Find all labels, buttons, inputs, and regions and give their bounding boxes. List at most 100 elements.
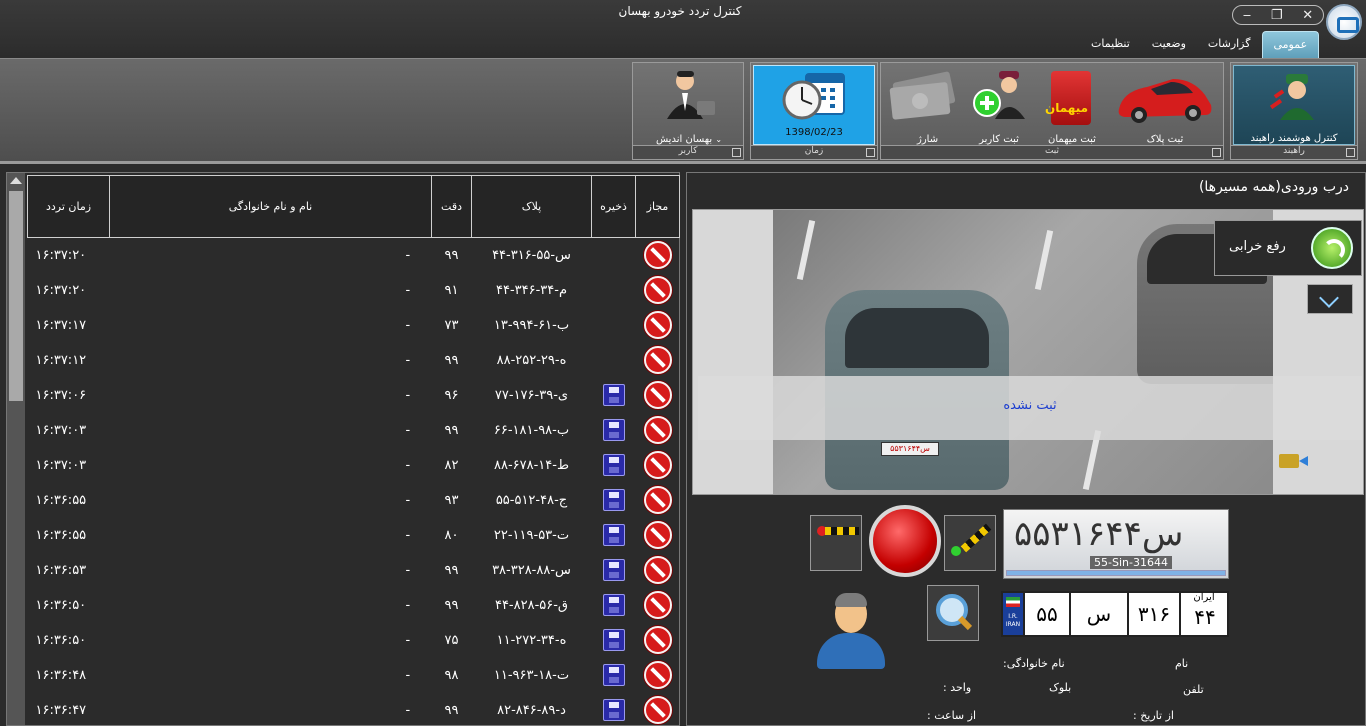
tab-settings[interactable]: تنظیمات xyxy=(1080,31,1141,58)
ribbon-group-gate-label: راهبند xyxy=(1231,145,1357,159)
group-launcher-icon[interactable] xyxy=(1212,148,1221,157)
red-car-icon xyxy=(1118,79,1212,123)
row-accuracy: ۹۹ xyxy=(444,422,459,438)
close-barrier-button[interactable] xyxy=(810,515,862,571)
not-allowed-icon[interactable] xyxy=(643,661,672,689)
app-logo-icon[interactable] xyxy=(1326,4,1362,40)
charge-button[interactable]: شارژ xyxy=(885,65,961,145)
register-guest-button[interactable]: میهمان ثبت میهمان xyxy=(1035,65,1109,145)
row-accuracy: ۹۶ xyxy=(444,387,459,403)
traffic-log-panel: زمان تردد نام و نام خانوادگی دقت پلاک ذخ… xyxy=(6,172,680,726)
not-allowed-icon[interactable] xyxy=(643,276,672,304)
table-row[interactable]: ۱۶:۳۷:۰۳ - ۸۲ ۸۸-۶۷۸-ط-۱۴ xyxy=(28,448,680,483)
not-allowed-icon[interactable] xyxy=(643,311,672,339)
save-icon[interactable] xyxy=(602,454,625,476)
not-allowed-icon[interactable] xyxy=(643,451,672,479)
not-allowed-icon[interactable] xyxy=(643,486,672,514)
not-allowed-icon[interactable] xyxy=(643,556,672,584)
save-icon[interactable] xyxy=(602,524,625,546)
save-icon[interactable] xyxy=(602,629,625,651)
row-allowed-cell xyxy=(636,693,680,726)
row-time: ۱۶:۳۷:۲۰ xyxy=(35,282,87,298)
label-from-time: از ساعت : xyxy=(927,709,977,722)
plate-crop-image[interactable]: ۵۵س۳۱۶۴۴ 55-Sin-31644 xyxy=(1003,509,1229,579)
header-save[interactable]: ذخیره xyxy=(591,175,636,238)
table-row[interactable]: ۱۶:۳۶:۴۷ - ۹۹ ۸۲-۸۴۶-د-۸۹ xyxy=(28,693,680,726)
not-allowed-icon[interactable] xyxy=(643,591,672,619)
search-button[interactable] xyxy=(927,585,979,641)
tab-status[interactable]: وضعیت xyxy=(1141,31,1197,58)
table-row[interactable]: ۱۶:۳۷:۱۷ - ۷۳ ۱۳-۹۹۴-ب-۶۱ xyxy=(28,308,680,343)
scroll-up-icon[interactable] xyxy=(10,177,22,184)
table-row[interactable]: ۱۶:۳۷:۰۳ - ۹۹ ۶۶-۱۸۱-ب-۹۸ xyxy=(28,413,680,448)
save-icon[interactable] xyxy=(602,664,625,686)
header-accuracy[interactable]: دقت xyxy=(431,175,472,238)
header-name[interactable]: نام و نام خانوادگی xyxy=(109,175,432,238)
table-row[interactable]: ۱۶:۳۶:۵۰ - ۹۹ ۴۴-۸۲۸-ق-۵۶ xyxy=(28,588,680,623)
guest-badge-text: میهمان xyxy=(1045,101,1089,115)
row-save-cell xyxy=(592,273,636,308)
table-row[interactable]: ۱۶:۳۶:۵۰ - ۷۵ ۱۱-۲۷۲-ه-۳۴ xyxy=(28,623,680,658)
tab-reports[interactable]: گزارشات xyxy=(1197,31,1262,58)
open-barrier-button[interactable] xyxy=(944,515,996,571)
group-launcher-icon[interactable] xyxy=(732,148,741,157)
maximize-button[interactable]: ❐ xyxy=(1271,9,1283,22)
table-row[interactable]: ۱۶:۳۷:۲۰ - ۹۱ ۴۴-۳۴۶-م-۳۴ xyxy=(28,273,680,308)
row-time: ۱۶:۳۶:۵۵ xyxy=(35,527,87,543)
stop-button[interactable] xyxy=(869,505,941,577)
video-camera-icon[interactable] xyxy=(1277,444,1311,472)
row-allowed-cell xyxy=(636,273,680,308)
not-allowed-icon[interactable] xyxy=(643,381,672,409)
minimize-button[interactable]: ‒ xyxy=(1243,9,1251,22)
not-allowed-icon[interactable] xyxy=(643,346,672,374)
guest-badge-icon: میهمان xyxy=(1045,71,1091,125)
save-icon[interactable] xyxy=(602,559,625,581)
camera-dropdown-button[interactable] xyxy=(1307,284,1353,314)
app-title: کنترل تردد خودرو بهسان xyxy=(618,4,742,18)
row-name: - xyxy=(405,702,411,718)
repair-button[interactable]: رفع خرابی xyxy=(1214,220,1362,276)
label-from-date: از تاریخ : xyxy=(1133,709,1174,722)
register-user-button[interactable]: ثبت کاربر xyxy=(963,65,1035,145)
group-launcher-icon[interactable] xyxy=(1346,148,1355,157)
header-time[interactable]: زمان تردد xyxy=(27,175,110,238)
group-launcher-icon[interactable] xyxy=(866,148,875,157)
table-row[interactable]: ۱۶:۳۶:۵۵ - ۹۳ ۵۵-۵۱۲-ج-۴۸ xyxy=(28,483,680,518)
table-row[interactable]: ۱۶:۳۷:۰۶ - ۹۶ ۷۷-۱۷۶-ی-۳۹ xyxy=(28,378,680,413)
row-plate: ۴۴-۸۲۸-ق-۵۶ xyxy=(494,597,569,613)
table-body: ۱۶:۳۷:۲۰ - ۹۹ ۴۴-۳۱۶-س-۵۵ ۱۶:۳۷:۲۰ - ۹۱ ۴۴-۳۴۶-… xyxy=(28,238,680,726)
not-allowed-icon[interactable] xyxy=(643,241,672,270)
table-row[interactable]: ۱۶:۳۶:۵۳ - ۹۹ ۳۸-۳۲۸-س-۸۸ xyxy=(28,553,680,588)
table-row[interactable]: ۱۶:۳۷:۱۲ - ۹۹ ۸۸-۲۵۲-ه-۲۹ xyxy=(28,343,680,378)
register-plate-button[interactable]: ثبت پلاک xyxy=(1109,65,1221,145)
not-allowed-icon[interactable] xyxy=(643,626,672,654)
not-allowed-icon[interactable] xyxy=(643,416,672,444)
header-allowed[interactable]: مجاز xyxy=(635,175,680,238)
table-scrollbar[interactable] xyxy=(7,173,25,725)
not-allowed-icon[interactable] xyxy=(643,521,672,549)
label-block: بلوک xyxy=(1049,681,1072,694)
smart-gate-control-button[interactable]: کنترل هوشمند راهبند xyxy=(1233,65,1355,145)
row-plate: ۲۲-۱۱۹-ت-۵۳ xyxy=(493,527,570,543)
date-button[interactable]: 1398/02/23 xyxy=(753,65,875,145)
table-row[interactable]: ۱۶:۳۶:۵۵ - ۸۰ ۲۲-۱۱۹-ت-۵۳ xyxy=(28,518,680,553)
close-button[interactable]: ✕ xyxy=(1302,9,1313,22)
barrier-closed-icon xyxy=(825,527,859,535)
user-menu-button[interactable]: بهسان اندیش ⌄ xyxy=(637,65,741,145)
save-icon[interactable] xyxy=(602,594,625,616)
scrollbar-thumb[interactable] xyxy=(9,191,23,401)
save-icon[interactable] xyxy=(602,699,625,721)
table-row[interactable]: ۱۶:۳۶:۴۸ - ۹۸ ۱۱-۹۶۳-ت-۱۸ xyxy=(28,658,680,693)
save-icon[interactable] xyxy=(602,384,625,406)
barrier-open-icon xyxy=(960,523,992,553)
camera-view[interactable]: ۵۵س۳۱۶۴۴ xyxy=(773,210,1273,494)
row-plate: ۶۶-۱۸۱-ب-۹۸ xyxy=(493,422,570,438)
table-row[interactable]: ۱۶:۳۷:۲۰ - ۹۹ ۴۴-۳۱۶-س-۵۵ xyxy=(28,238,680,273)
traffic-log-table: زمان تردد نام و نام خانوادگی دقت پلاک ذخ… xyxy=(27,175,680,726)
save-icon[interactable] xyxy=(602,419,625,441)
header-plate[interactable]: پلاک xyxy=(471,175,592,238)
barrier-open-indicator xyxy=(951,546,961,556)
tab-general[interactable]: عمومی xyxy=(1261,31,1320,58)
save-icon[interactable] xyxy=(602,489,625,511)
not-allowed-icon[interactable] xyxy=(643,696,672,724)
